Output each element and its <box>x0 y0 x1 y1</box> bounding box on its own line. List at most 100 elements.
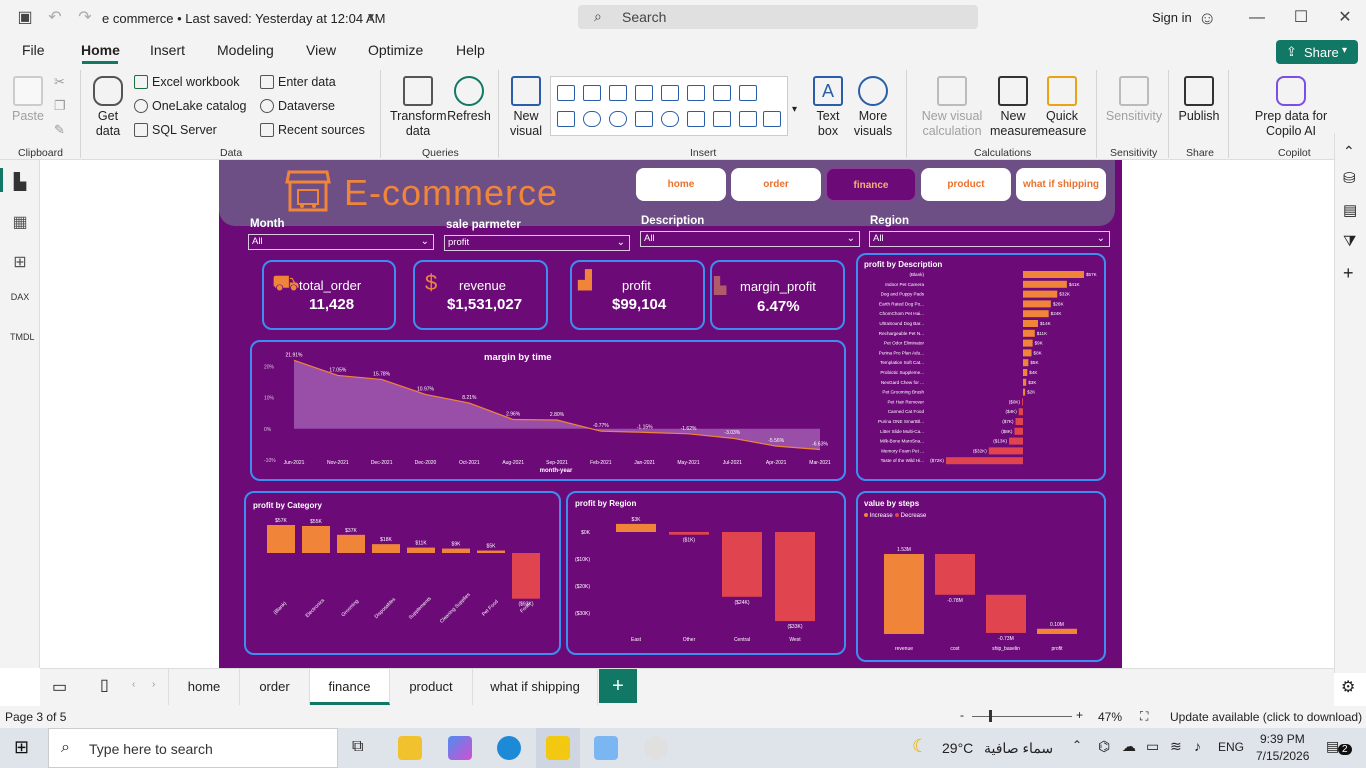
update-available-link[interactable]: Update available (click to download) <box>1170 710 1362 724</box>
kpi-card-total-order[interactable]: ⛟ total_order 11,428 <box>262 260 396 330</box>
document-title[interactable]: e commerce • Last saved: Yesterday at 12… <box>102 11 386 26</box>
chevron-up-icon[interactable]: ⌃ <box>1343 143 1355 160</box>
treemap-icon[interactable] <box>635 111 653 127</box>
stacked-column-icon[interactable] <box>583 85 601 101</box>
app-icon[interactable] <box>644 736 668 760</box>
zoom-slider[interactable] <box>972 716 1072 717</box>
stacked-bar-icon[interactable] <box>557 85 575 101</box>
chart-value-by-steps[interactable]: value by steps Increase Decrease 1.53M re… <box>856 491 1106 662</box>
page-tab-product[interactable]: product <box>390 669 473 705</box>
add-pane-icon[interactable]: + <box>1343 263 1354 284</box>
visuals-gallery[interactable] <box>550 76 788 136</box>
save-icon[interactable]: ▣ <box>16 9 34 27</box>
recent-sources-button[interactable]: Recent sources <box>260 123 365 137</box>
add-page-button[interactable]: + <box>599 669 637 703</box>
pie-chart-icon[interactable] <box>583 111 601 127</box>
cut-icon[interactable]: ✂ <box>54 74 65 90</box>
model-view-icon[interactable]: ⊞ <box>10 252 30 271</box>
matrix-icon[interactable] <box>763 111 781 127</box>
weather-temp[interactable]: 29°C <box>942 740 973 756</box>
filters-pane-icon[interactable]: ⧩ <box>1343 233 1356 250</box>
new-visual-calculation-button[interactable]: New visual calculation <box>914 76 990 139</box>
area-chart-icon[interactable] <box>713 85 731 101</box>
refresh-button[interactable]: Refresh <box>446 76 492 124</box>
slicer-sale-parameter-dropdown[interactable]: profit ⌄ <box>444 235 630 251</box>
scroll-left-icon[interactable]: ‹ <box>132 679 135 690</box>
gauge-icon[interactable] <box>687 111 705 127</box>
volume-icon[interactable]: ♪ <box>1194 738 1201 754</box>
share-button[interactable]: ⇪ Share ▾ <box>1276 40 1358 64</box>
new-measure-button[interactable]: New measure <box>990 76 1039 139</box>
page-tab-order[interactable]: order <box>240 669 310 705</box>
clock-date[interactable]: 7/15/2026 <box>1256 749 1309 763</box>
dataverse-button[interactable]: Dataverse <box>260 99 335 113</box>
nav-what-if-shipping-button[interactable]: what if shipping <box>1016 168 1106 201</box>
redo-icon[interactable]: ↷ <box>76 9 94 27</box>
tab-view[interactable]: View <box>306 42 336 58</box>
page-tab-home[interactable]: home <box>168 669 240 705</box>
power-bi-active-app[interactable] <box>536 728 580 768</box>
minimize-icon[interactable]: — <box>1248 9 1266 27</box>
account-icon[interactable]: ☺ <box>1198 9 1216 27</box>
chevron-up-icon[interactable]: ⌃ <box>1072 738 1082 752</box>
notification-icon[interactable]: ▤ <box>1326 738 1339 755</box>
scatter-chart-icon[interactable] <box>739 85 757 101</box>
close-icon[interactable]: ✕ <box>1336 9 1354 27</box>
onedrive-icon[interactable]: ☁ <box>1122 738 1136 755</box>
tmdl-view-icon[interactable]: TMDL <box>10 332 35 350</box>
undo-icon[interactable]: ↶ <box>46 9 64 27</box>
prep-data-copilot-button[interactable]: Prep data for Copilo AI <box>1236 76 1346 139</box>
battery-icon[interactable]: ▭ <box>1146 738 1159 755</box>
dax-query-view-icon[interactable]: DAX <box>10 292 30 310</box>
more-visuals-button[interactable]: More visuals <box>850 76 896 139</box>
task-view-icon[interactable]: ⧉ <box>352 738 363 756</box>
maximize-icon[interactable]: ☐ <box>1292 9 1310 27</box>
clustered-column-icon[interactable] <box>635 85 653 101</box>
scroll-right-icon[interactable]: › <box>152 679 155 690</box>
tab-home[interactable]: Home <box>81 42 120 58</box>
kpi-card-revenue[interactable]: $ revenue $1,531,027 <box>413 260 548 330</box>
gallery-expand-icon[interactable]: ▾ <box>792 104 797 115</box>
chart-margin-by-time[interactable]: margin by time 20% 10% 0% -10% 21.91% Jun-202… <box>250 340 846 481</box>
sql-server-button[interactable]: SQL Server <box>134 123 217 137</box>
get-data-button[interactable]: Get data <box>88 76 128 139</box>
donut-chart-icon[interactable] <box>609 111 627 127</box>
map-icon[interactable] <box>661 111 679 127</box>
table-view-icon[interactable]: ▦ <box>10 212 30 231</box>
nav-product-button[interactable]: product <box>921 168 1011 201</box>
chevron-down-icon[interactable]: ▼ <box>362 9 380 27</box>
card-icon[interactable] <box>713 111 731 127</box>
mobile-layout-icon[interactable]: ▯ <box>100 675 109 695</box>
search-input[interactable]: ⌕ Search <box>578 5 978 29</box>
kpi-card-margin-profit[interactable]: ▙ margin_profit 6.47% <box>710 260 845 330</box>
slicer-month-dropdown[interactable]: All ⌄ <box>248 234 434 250</box>
microsoft-store-icon[interactable] <box>594 736 618 760</box>
nav-order-button[interactable]: order <box>731 168 821 201</box>
taskbar-search-box[interactable]: ⌕ Type here to search <box>48 728 338 768</box>
text-box-button[interactable]: A Text box <box>810 76 846 139</box>
tab-modeling[interactable]: Modeling <box>217 42 274 58</box>
edge-browser-icon[interactable] <box>497 736 521 760</box>
zoom-slider-thumb[interactable] <box>989 710 992 722</box>
paste-button[interactable]: Paste <box>10 76 46 124</box>
desktop-layout-icon[interactable]: ▭ <box>52 677 67 697</box>
weather-description[interactable]: سماء صافية <box>984 740 1053 757</box>
onelake-catalog-button[interactable]: OneLake catalog <box>134 99 247 113</box>
new-visual-button[interactable]: New visual <box>506 76 546 139</box>
chart-profit-by-description[interactable]: profit by Description (Blank) $57K Indoor … <box>856 253 1106 481</box>
wifi-icon[interactable]: ≋ <box>1170 738 1182 755</box>
kpi-card-profit[interactable]: ▟ profit $99,104 <box>570 260 705 330</box>
report-view-icon[interactable]: ▙ <box>10 172 30 191</box>
data-pane-icon[interactable]: ⛁ <box>1343 169 1356 187</box>
slicer-description-dropdown[interactable]: All ⌄ <box>640 231 860 247</box>
clustered-bar-icon[interactable] <box>609 85 627 101</box>
file-explorer-icon[interactable] <box>398 736 422 760</box>
nav-finance-button[interactable]: finance <box>826 168 916 201</box>
publish-button[interactable]: Publish <box>1176 76 1222 124</box>
chart-profit-by-region[interactable]: profit by Region $0K ($10K) ($20K) ($30K) $3… <box>566 491 846 655</box>
fit-to-page-icon[interactable]: ⛶ <box>1140 709 1148 724</box>
clock-time[interactable]: 9:39 PM <box>1260 732 1305 746</box>
slicer-region-dropdown[interactable]: All ⌄ <box>869 231 1110 247</box>
waterfall-icon[interactable] <box>557 111 575 127</box>
network-icon[interactable]: ⌬ <box>1098 738 1110 755</box>
